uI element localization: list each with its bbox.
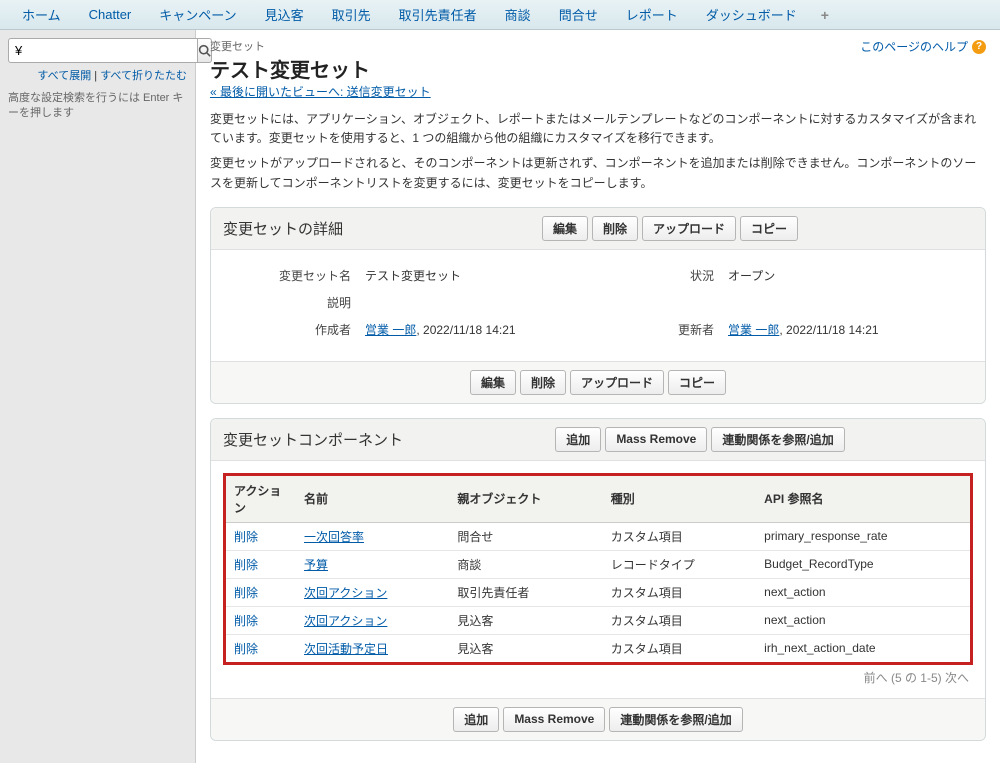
creator-date: 2022/11/18 14:21 xyxy=(423,323,516,337)
row-api: Budget_RecordType xyxy=(756,550,970,578)
detail-panel-title: 変更セットの詳細 xyxy=(223,218,343,239)
table-row: 削除 次回アクション 取引先責任者カスタム項目next_action xyxy=(226,578,970,606)
add-tab-icon[interactable]: + xyxy=(811,1,839,29)
help-icon: ? xyxy=(972,40,986,54)
row-type: カスタム項目 xyxy=(603,606,756,634)
label-creator: 作成者 xyxy=(235,321,365,338)
row-name-link[interactable]: 次回活動予定日 xyxy=(304,642,388,656)
components-highlight-box: アクション 名前 親オブジェクト 種別 API 参照名 削除一次回答率問合せカス… xyxy=(223,473,973,665)
upload-button[interactable]: アップロード xyxy=(642,216,736,241)
row-name-link[interactable]: 一次回答率 xyxy=(304,530,364,544)
components-table: アクション 名前 親オブジェクト 種別 API 参照名 削除一次回答率問合せカス… xyxy=(226,476,970,662)
search-input[interactable] xyxy=(8,38,198,63)
tab-6[interactable]: 商談 xyxy=(491,0,545,30)
row-parent: 取引先責任者 xyxy=(449,578,602,606)
label-status: 状況 xyxy=(598,267,728,284)
row-parent: 見込客 xyxy=(449,606,602,634)
tab-7[interactable]: 問合せ xyxy=(545,0,612,30)
pager-next: 次へ xyxy=(945,671,969,685)
col-api: API 参照名 xyxy=(756,476,970,523)
tab-3[interactable]: 見込客 xyxy=(251,0,318,30)
row-delete-link[interactable]: 削除 xyxy=(234,614,258,628)
detail-panel: 変更セットの詳細 編集 削除 アップロード コピー 変更セット名 テスト変更セッ… xyxy=(210,207,986,404)
row-parent: 見込客 xyxy=(449,634,602,662)
global-tabs: ホームChatterキャンペーン見込客取引先取引先責任者商談問合せレポートダッシ… xyxy=(0,0,1000,30)
add-component-button[interactable]: 追加 xyxy=(555,427,601,452)
label-description: 説明 xyxy=(235,294,365,311)
tab-1[interactable]: Chatter xyxy=(75,1,146,28)
expand-all-link[interactable]: すべて展開 xyxy=(37,70,91,82)
intro-paragraph-2: 変更セットがアップロードされると、そのコンポーネントは更新されず、コンポーネント… xyxy=(210,154,986,192)
page-title: テスト変更セット xyxy=(210,54,431,83)
table-row: 削除 次回アクション 見込客カスタム項目next_action xyxy=(226,606,970,634)
table-row: 削除 次回活動予定日 見込客カスタム項目irh_next_action_date xyxy=(226,634,970,662)
copy-button-bottom[interactable]: コピー xyxy=(668,370,726,395)
edit-button[interactable]: 編集 xyxy=(542,216,588,241)
mass-remove-button-bottom[interactable]: Mass Remove xyxy=(503,707,605,732)
row-delete-link[interactable]: 削除 xyxy=(234,642,258,656)
row-name-link[interactable]: 次回アクション xyxy=(304,586,387,600)
copy-button[interactable]: コピー xyxy=(740,216,798,241)
row-delete-link[interactable]: 削除 xyxy=(234,586,258,600)
collapse-all-link[interactable]: すべて折りたたむ xyxy=(100,70,187,82)
add-component-button-bottom[interactable]: 追加 xyxy=(453,707,499,732)
col-action: アクション xyxy=(226,476,296,523)
tab-2[interactable]: キャンペーン xyxy=(145,0,250,30)
updater-link[interactable]: 営業 一郎 xyxy=(728,323,779,337)
pager-prev: 前へ xyxy=(864,671,888,685)
row-name-link[interactable]: 次回アクション xyxy=(304,614,387,628)
row-delete-link[interactable]: 削除 xyxy=(234,530,258,544)
row-api: next_action xyxy=(756,578,970,606)
components-panel: 変更セットコンポーネント 追加 Mass Remove 連動関係を参照/追加 ア… xyxy=(210,418,986,741)
sidebar: すべて展開 | すべて折りたたむ 高度な設定検索を行うには Enter キーを押… xyxy=(0,30,196,763)
tab-4[interactable]: 取引先 xyxy=(318,0,385,30)
mass-remove-button[interactable]: Mass Remove xyxy=(605,427,707,452)
pager: 前へ (5 の 1-5) 次へ xyxy=(223,669,973,686)
row-type: カスタム項目 xyxy=(603,522,756,550)
tab-9[interactable]: ダッシュボード xyxy=(692,0,811,30)
delete-button-bottom[interactable]: 削除 xyxy=(520,370,566,395)
row-api: primary_response_rate xyxy=(756,522,970,550)
col-name: 名前 xyxy=(296,476,449,523)
creator-link[interactable]: 営業 一郎 xyxy=(365,323,416,337)
delete-button[interactable]: 削除 xyxy=(592,216,638,241)
value-status: オープン xyxy=(728,267,775,284)
dependencies-button[interactable]: 連動関係を参照/追加 xyxy=(711,427,844,452)
row-parent: 問合せ xyxy=(449,522,602,550)
row-api: irh_next_action_date xyxy=(756,634,970,662)
value-changeset-name: テスト変更セット xyxy=(365,267,461,284)
upload-button-bottom[interactable]: アップロード xyxy=(570,370,664,395)
row-type: カスタム項目 xyxy=(603,578,756,606)
back-link[interactable]: 最後に開いたビューへ: 送信変更セット xyxy=(210,85,431,99)
table-row: 削除 予算 商談レコードタイプBudget_RecordType xyxy=(226,550,970,578)
label-changeset-name: 変更セット名 xyxy=(235,267,365,284)
row-name-link[interactable]: 予算 xyxy=(304,558,328,572)
table-row: 削除 一次回答率 問合せカスタム項目primary_response_rate xyxy=(226,522,970,550)
updater-date: 2022/11/18 14:21 xyxy=(786,323,879,337)
row-parent: 商談 xyxy=(449,550,602,578)
section-label: 変更セット xyxy=(210,38,431,54)
tab-8[interactable]: レポート xyxy=(612,0,692,30)
col-parent: 親オブジェクト xyxy=(449,476,602,523)
tab-0[interactable]: ホーム xyxy=(8,0,75,30)
components-panel-title: 変更セットコンポーネント xyxy=(223,429,403,450)
pager-range: (5 の 1-5) xyxy=(891,671,942,685)
dependencies-button-bottom[interactable]: 連動関係を参照/追加 xyxy=(609,707,742,732)
row-type: カスタム項目 xyxy=(603,634,756,662)
search-hint: 高度な設定検索を行うには Enter キーを押します xyxy=(8,91,187,122)
page-help-link[interactable]: このページのヘルプ ? xyxy=(860,38,986,55)
row-type: レコードタイプ xyxy=(603,550,756,578)
label-updater: 更新者 xyxy=(598,321,728,338)
tab-5[interactable]: 取引先責任者 xyxy=(385,0,491,30)
row-delete-link[interactable]: 削除 xyxy=(234,558,258,572)
main-content: 変更セット テスト変更セット 最後に開いたビューへ: 送信変更セット このページ… xyxy=(196,30,1000,763)
intro-paragraph-1: 変更セットには、アプリケーション、オブジェクト、レポートまたはメールテンプレート… xyxy=(210,110,986,148)
row-api: next_action xyxy=(756,606,970,634)
col-type: 種別 xyxy=(603,476,756,523)
edit-button-bottom[interactable]: 編集 xyxy=(470,370,516,395)
